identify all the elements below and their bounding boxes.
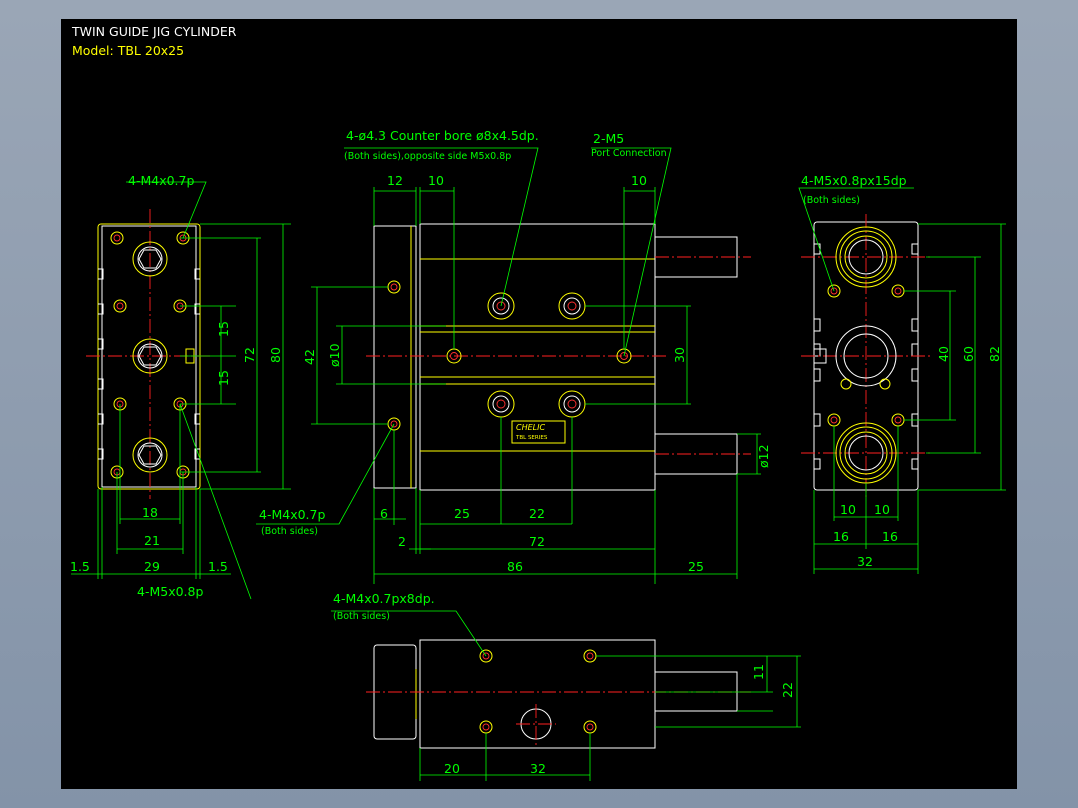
logo-brand: CHELIC: [516, 423, 545, 432]
dim-left-1-5a: 1.5: [70, 559, 90, 574]
dim-front-72: 72: [529, 534, 545, 549]
technical-drawing: TWIN GUIDE JIG CYLINDER Model: TBL 20x25: [70, 24, 1006, 781]
dim-left-18: 18: [142, 505, 158, 520]
front-port-callout: 2-M5: [593, 131, 624, 146]
cad-viewport[interactable]: TWIN GUIDE JIG CYLINDER Model: TBL 20x25: [61, 19, 1017, 789]
dim-right-60: 60: [961, 346, 976, 362]
front-body: [419, 223, 656, 491]
left-view-body: [97, 223, 201, 490]
dim-left-15a: 15: [216, 321, 231, 337]
dim-right-40: 40: [936, 346, 951, 362]
front-view: CHELIC TBL SERIES 4-ø4.3 Counter bore ø8…: [256, 128, 771, 584]
dim-left-21: 21: [144, 533, 160, 548]
dim-bottom-22: 22: [780, 682, 795, 698]
right-thread-sub: (Both sides): [803, 195, 860, 206]
right-thread-callout: 4-M5x0.8px15dp: [801, 173, 907, 188]
bottom-thread-callout: 4-M4x0.7px8dp.: [333, 591, 435, 606]
dim-front-10a: 10: [428, 173, 444, 188]
dim-bottom-32: 32: [530, 761, 546, 776]
front-m4-callout: 4-M4x0.7p: [259, 507, 325, 522]
dim-front-d12: ø12: [756, 444, 771, 468]
dim-left-1-5b: 1.5: [208, 559, 228, 574]
dim-front-10b: 10: [631, 173, 647, 188]
model-label: Model: TBL 20x25: [72, 43, 184, 58]
left-view-inner: [101, 225, 197, 488]
dim-right-10b: 10: [874, 502, 890, 517]
dim-front-25a: 25: [454, 506, 470, 521]
logo-series: TBL SERIES: [515, 435, 548, 441]
dim-front-2: 2: [398, 534, 406, 549]
dim-front-12: 12: [387, 173, 403, 188]
front-counterbore-callout: 4-ø4.3 Counter bore ø8x4.5dp.: [346, 128, 539, 143]
drawing-title: TWIN GUIDE JIG CYLINDER: [71, 24, 237, 39]
dim-bottom-20: 20: [444, 761, 460, 776]
bottom-rod: [654, 671, 738, 712]
front-counterbore-sub: (Both sides),opposite side M5x0.8p: [344, 151, 511, 162]
dim-front-25b: 25: [688, 559, 704, 574]
dim-front-86: 86: [507, 559, 523, 574]
left-top-callout: 4-M4x0.7p: [128, 173, 194, 188]
dim-front-42: 42: [302, 349, 317, 365]
dim-front-30: 30: [672, 347, 687, 363]
right-end-view: 4-M5x0.8px15dp (Both sides) 40 60 82 10 …: [798, 173, 1006, 574]
front-port-sub: Port Connection: [591, 148, 667, 159]
dim-left-29: 29: [144, 559, 160, 574]
dim-left-15b: 15: [216, 370, 231, 386]
front-holes: [387, 280, 632, 431]
left-end-view: 4-M4x0.7p 4-M5x0.8p 18 21 29 1.5 1.5 15 …: [70, 173, 291, 600]
dim-right-10a: 10: [840, 502, 856, 517]
bottom-thread-sub: (Both sides): [333, 611, 390, 622]
bottom-view: 4-M4x0.7px8dp. (Both sides) 11 22 20 32: [331, 591, 801, 781]
dim-right-32: 32: [857, 554, 873, 569]
dim-right-16b: 16: [882, 529, 898, 544]
dim-left-80: 80: [268, 347, 283, 363]
dim-bottom-11: 11: [751, 664, 766, 680]
left-bottom-callout: 4-M5x0.8p: [137, 584, 203, 599]
dim-front-6: 6: [380, 506, 388, 521]
front-m4-sub: (Both sides): [261, 526, 318, 537]
dim-front-22: 22: [529, 506, 545, 521]
dim-right-82: 82: [987, 346, 1002, 362]
dim-front-d10: ø10: [327, 343, 342, 367]
dim-left-72: 72: [242, 347, 257, 363]
dim-right-16a: 16: [833, 529, 849, 544]
